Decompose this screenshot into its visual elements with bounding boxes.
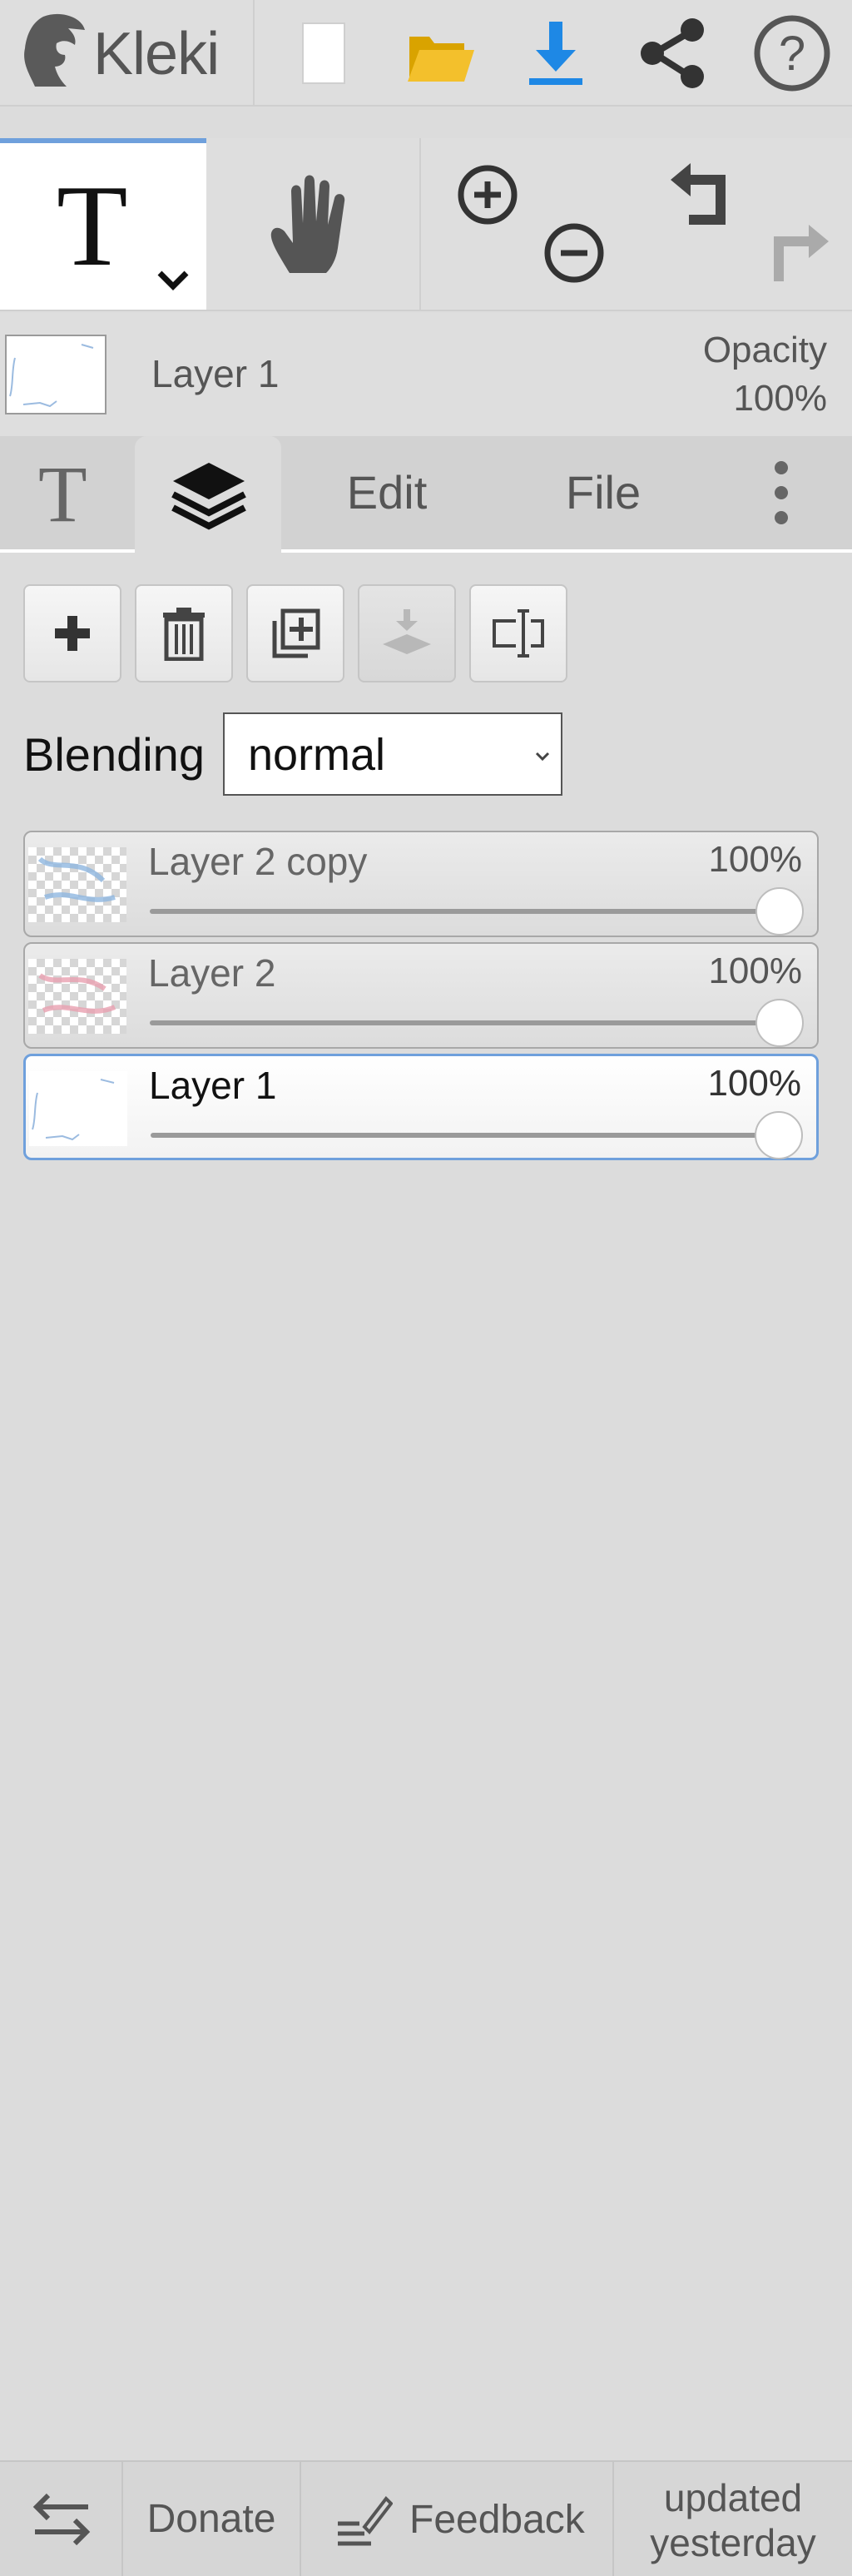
swap-layout-button[interactable] <box>0 2462 123 2576</box>
current-layer-thumbnail[interactable] <box>5 335 106 414</box>
layer-opacity-slider-handle[interactable] <box>755 887 804 936</box>
app-name: Kleki <box>93 21 220 87</box>
top-bar: Kleki ? <box>0 0 852 107</box>
download-button[interactable] <box>514 12 597 95</box>
share-icon <box>641 18 704 88</box>
merge-layer-down-button[interactable] <box>358 584 456 682</box>
layer-thumbnail <box>28 959 126 1034</box>
feedback-label: Feedback <box>409 2498 585 2542</box>
redo-button[interactable] <box>759 225 834 291</box>
current-layer-name: Layer 1 <box>151 352 280 395</box>
hand-tool-button[interactable] <box>206 138 421 310</box>
layer-opacity-slider-handle[interactable] <box>755 999 804 1047</box>
zoom-in-icon <box>458 165 518 225</box>
tool-options-chevron-icon[interactable] <box>155 268 191 293</box>
more-icon <box>775 461 788 524</box>
layer-thumbnail <box>28 847 126 922</box>
download-icon <box>529 22 582 85</box>
layer-name: Layer 1 <box>149 1064 277 1107</box>
help-button[interactable]: ? <box>750 12 834 95</box>
open-folder-icon <box>408 37 474 82</box>
layers-icon <box>171 463 246 530</box>
new-file-icon <box>302 22 345 84</box>
open-file-button[interactable] <box>398 12 481 95</box>
layer-preview-sketch <box>9 344 94 408</box>
add-layer-icon <box>55 616 90 651</box>
text-tool-icon: T <box>57 161 128 290</box>
merge-down-icon <box>383 609 431 654</box>
hand-tool-icon <box>270 175 345 273</box>
opacity-value: 100% <box>733 378 827 419</box>
layer-name: Layer 2 copy <box>148 840 368 883</box>
brush-tab-icon: T <box>38 449 87 539</box>
tool-row: T <box>0 138 852 311</box>
layer-item-layer-1[interactable]: Layer 1 100% <box>23 1054 819 1160</box>
current-layer-bar: Layer 1 Opacity 100% <box>0 313 852 436</box>
text-tool-button[interactable]: T <box>0 138 206 310</box>
chevron-down-icon <box>535 752 550 762</box>
undo-button[interactable] <box>666 163 741 230</box>
tab-more[interactable] <box>749 436 815 549</box>
layer-opacity-slider[interactable] <box>150 1020 774 1025</box>
layer-item-layer-2-copy[interactable]: Layer 2 copy 100% <box>23 831 819 937</box>
rename-layer-button[interactable] <box>469 584 567 682</box>
blending-label: Blending <box>23 728 205 781</box>
blending-mode-value: normal <box>248 730 386 780</box>
zoom-out-button[interactable] <box>541 220 607 286</box>
tab-brush[interactable]: T <box>0 436 133 549</box>
feedback-link[interactable]: Feedback <box>301 2462 614 2576</box>
changelog-link[interactable]: updated yesterday <box>614 2462 852 2576</box>
swap-icon <box>32 2493 91 2546</box>
layer-opacity-slider[interactable] <box>151 1133 773 1138</box>
help-icon: ? <box>754 15 830 92</box>
blending-mode-select[interactable]: normal <box>223 712 562 796</box>
duplicate-layer-icon <box>272 608 320 658</box>
updated-line-2: yesterday <box>650 2521 816 2564</box>
delete-layer-icon <box>163 608 205 661</box>
layer-opacity-slider-handle[interactable] <box>755 1111 803 1159</box>
zoom-in-button[interactable] <box>454 161 521 228</box>
layer-thumbnail <box>29 1071 127 1146</box>
duplicate-layer-button[interactable] <box>246 584 344 682</box>
rename-layer-icon <box>493 609 544 658</box>
footer-bar: Donate Feedback updated yesterday <box>0 2460 852 2576</box>
app-logo[interactable]: Kleki <box>0 0 255 105</box>
redo-icon <box>774 225 829 281</box>
layer-opacity-value: 100% <box>707 1063 801 1104</box>
kleki-logo-icon <box>24 13 85 87</box>
add-layer-button[interactable] <box>23 584 121 682</box>
updated-line-1: updated <box>663 2476 803 2519</box>
svg-text:?: ? <box>779 27 805 81</box>
layer-opacity-value: 100% <box>708 950 802 991</box>
tab-layers[interactable] <box>135 436 281 553</box>
panel-tabs: T Edit File <box>0 436 852 553</box>
delete-layer-button[interactable] <box>135 584 233 682</box>
zoom-out-icon <box>544 223 604 283</box>
layer-opacity[interactable]: Opacity 100% <box>703 326 827 423</box>
new-file-button[interactable] <box>283 12 366 95</box>
tab-file[interactable]: File <box>516 436 691 549</box>
opacity-label: Opacity <box>702 330 827 370</box>
share-button[interactable] <box>631 12 714 95</box>
donate-link[interactable]: Donate <box>123 2462 301 2576</box>
layer-opacity-value: 100% <box>708 839 802 880</box>
layer-opacity-slider[interactable] <box>150 909 774 914</box>
tab-edit[interactable]: Edit <box>300 436 474 549</box>
layer-name: Layer 2 <box>148 951 276 995</box>
undo-icon <box>671 163 726 225</box>
feedback-icon <box>338 2495 393 2546</box>
layer-item-layer-2[interactable]: Layer 2 100% <box>23 942 819 1049</box>
